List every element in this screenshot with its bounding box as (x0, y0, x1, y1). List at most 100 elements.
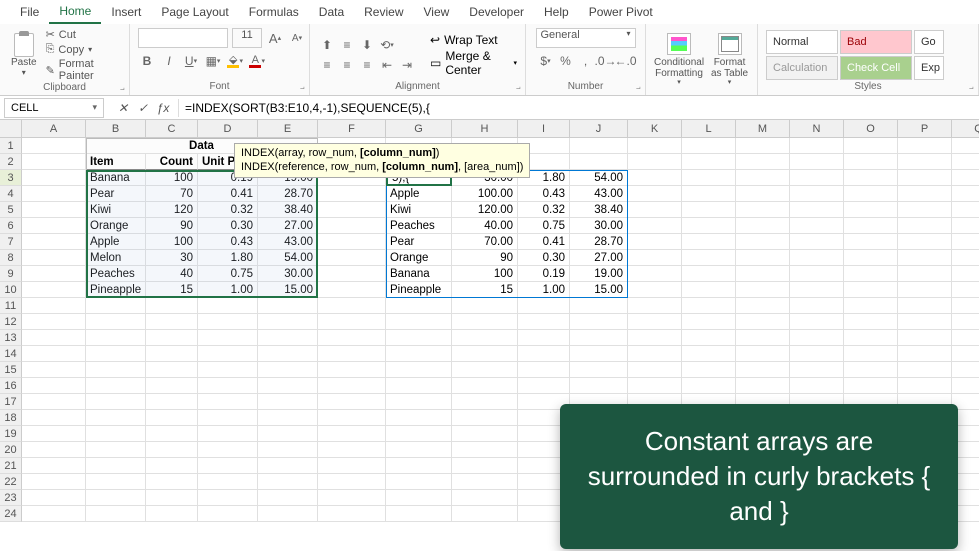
cell[interactable] (452, 506, 518, 522)
cell[interactable] (86, 506, 146, 522)
borders-button[interactable]: ▦▾ (204, 52, 222, 70)
col-header-Q[interactable]: Q (952, 120, 979, 138)
cell[interactable] (736, 346, 790, 362)
cell[interactable] (682, 186, 736, 202)
cell[interactable]: 27.00 (570, 250, 628, 266)
cell[interactable] (452, 394, 518, 410)
cell[interactable] (22, 202, 86, 218)
tab-power-pivot[interactable]: Power Pivot (579, 1, 663, 23)
cell[interactable] (898, 202, 952, 218)
cell[interactable] (22, 394, 86, 410)
cell[interactable] (258, 490, 318, 506)
cell[interactable] (628, 330, 682, 346)
cell[interactable] (386, 410, 452, 426)
cell[interactable] (22, 362, 86, 378)
cell[interactable]: 120 (146, 202, 198, 218)
cell[interactable] (898, 138, 952, 154)
cell[interactable]: Pear (86, 186, 146, 202)
inc-decimal-button[interactable]: .0→ (597, 52, 615, 70)
cell[interactable] (844, 314, 898, 330)
cell[interactable] (570, 314, 628, 330)
formula-input[interactable] (179, 97, 979, 119)
cell[interactable] (790, 138, 844, 154)
underline-button[interactable]: U▾ (182, 52, 200, 70)
conditional-formatting-button[interactable]: Conditional Formatting▾ (654, 33, 704, 87)
cell[interactable] (682, 218, 736, 234)
cell[interactable]: 15.00 (258, 282, 318, 298)
cell[interactable] (86, 346, 146, 362)
cell[interactable] (952, 154, 979, 170)
cell[interactable] (628, 138, 682, 154)
indent-inc-button[interactable]: ⇥ (398, 56, 416, 74)
cell[interactable]: 54.00 (570, 170, 628, 186)
cell[interactable] (570, 298, 628, 314)
cell[interactable] (146, 506, 198, 522)
cell[interactable] (952, 250, 979, 266)
cell[interactable] (318, 442, 386, 458)
cell[interactable] (146, 426, 198, 442)
cell[interactable] (318, 474, 386, 490)
cell[interactable] (386, 442, 452, 458)
cell[interactable] (386, 506, 452, 522)
cell[interactable] (628, 378, 682, 394)
cell[interactable] (628, 186, 682, 202)
cell[interactable] (952, 138, 979, 154)
cell[interactable] (386, 474, 452, 490)
cell[interactable] (952, 362, 979, 378)
col-header-F[interactable]: F (318, 120, 386, 138)
cell[interactable] (198, 506, 258, 522)
cell[interactable] (452, 410, 518, 426)
cell[interactable] (22, 330, 86, 346)
cell[interactable] (86, 458, 146, 474)
cell[interactable] (628, 266, 682, 282)
cancel-formula-button[interactable]: ✕ (114, 99, 132, 117)
cell[interactable]: 120.00 (452, 202, 518, 218)
cell[interactable] (898, 170, 952, 186)
cell[interactable] (198, 490, 258, 506)
cell[interactable] (22, 346, 86, 362)
cell[interactable] (682, 282, 736, 298)
cell[interactable] (386, 314, 452, 330)
col-header-P[interactable]: P (898, 120, 952, 138)
cell[interactable]: Pineapple (86, 282, 146, 298)
cell[interactable]: 15 (452, 282, 518, 298)
cell[interactable] (844, 346, 898, 362)
cell[interactable] (682, 378, 736, 394)
cell[interactable] (518, 378, 570, 394)
align-right-button[interactable]: ≡ (358, 56, 376, 74)
col-header-L[interactable]: L (682, 120, 736, 138)
cell[interactable]: 1.80 (198, 250, 258, 266)
row-header-3[interactable]: 3 (0, 170, 22, 186)
cell[interactable] (258, 394, 318, 410)
cell[interactable] (198, 410, 258, 426)
cell[interactable] (952, 266, 979, 282)
cell[interactable] (318, 202, 386, 218)
tab-view[interactable]: View (414, 1, 460, 23)
cell[interactable] (790, 266, 844, 282)
col-header-K[interactable]: K (628, 120, 682, 138)
row-header-2[interactable]: 2 (0, 154, 22, 170)
cell[interactable] (898, 234, 952, 250)
row-header-23[interactable]: 23 (0, 490, 22, 506)
cell[interactable] (86, 490, 146, 506)
cell[interactable] (790, 170, 844, 186)
cell[interactable]: 43.00 (570, 186, 628, 202)
cell[interactable] (682, 298, 736, 314)
cell[interactable] (570, 138, 628, 154)
cell[interactable] (86, 474, 146, 490)
cell[interactable] (628, 218, 682, 234)
cell[interactable] (86, 362, 146, 378)
cell[interactable] (198, 298, 258, 314)
cell[interactable] (198, 378, 258, 394)
cell[interactable] (682, 362, 736, 378)
cell[interactable] (258, 314, 318, 330)
name-box[interactable]: CELL▾ (4, 98, 104, 118)
row-header-20[interactable]: 20 (0, 442, 22, 458)
align-left-button[interactable]: ≡ (318, 56, 336, 74)
style-check-cell[interactable]: Check Cell (840, 56, 912, 80)
row-header-1[interactable]: 1 (0, 138, 22, 154)
cell[interactable] (452, 346, 518, 362)
cell[interactable] (22, 298, 86, 314)
cell[interactable] (318, 362, 386, 378)
cell[interactable]: Peaches (386, 218, 452, 234)
